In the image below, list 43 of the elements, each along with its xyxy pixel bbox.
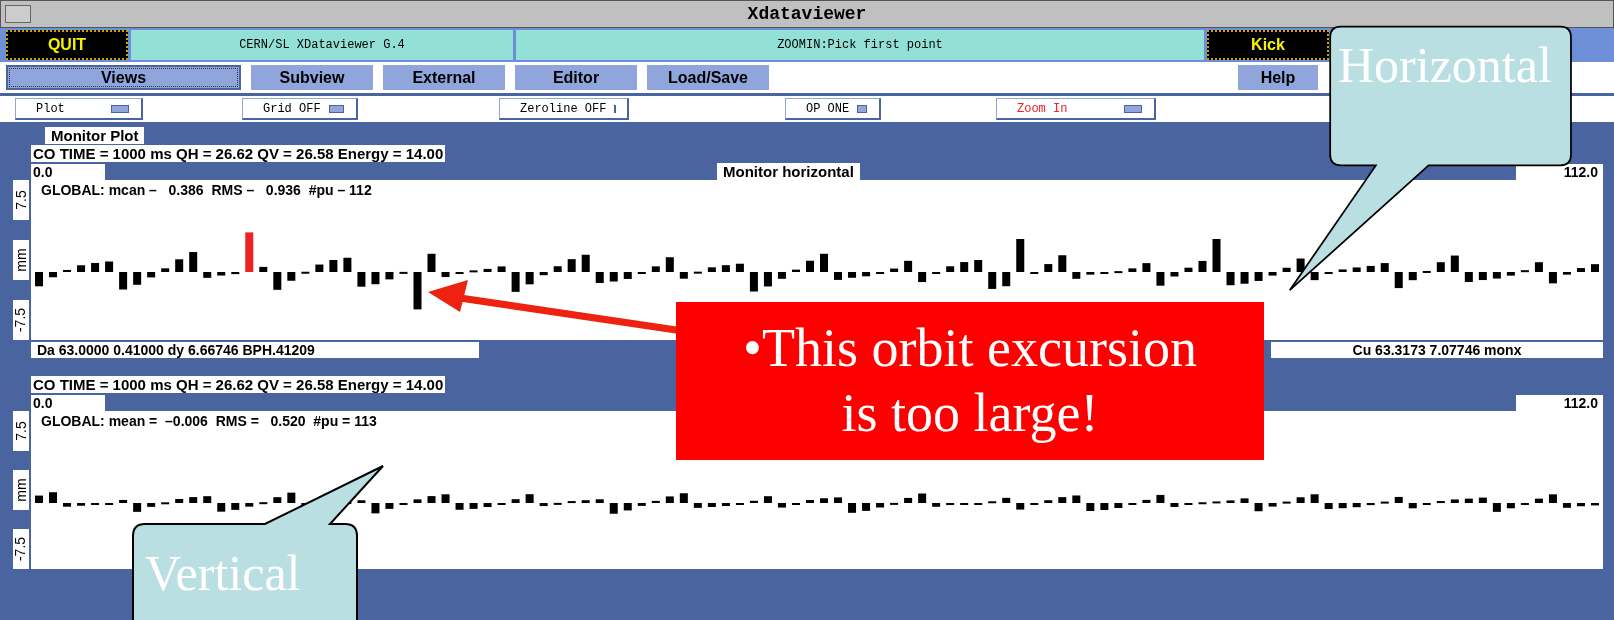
option-dropdown[interactable]: Zoom In (996, 98, 1156, 120)
window-menu-button[interactable] (5, 5, 31, 23)
plot-statistics: GLOBAL: mcan – 0.386 RMS – 0.936 #pu – 112 (41, 181, 372, 200)
callout-text: Horizontal (1338, 36, 1552, 94)
axis-start-value: 0.0 (31, 164, 105, 180)
menu-tab[interactable]: Load/Save (647, 65, 769, 90)
status-field: CERN/SL XDataviewer G.4 (131, 30, 513, 60)
dropdown-indicator-icon (1124, 104, 1142, 113)
option-dropdown[interactable]: OP ONE (785, 98, 881, 120)
axis-label: -7.5 (12, 529, 29, 569)
axis-end-value: 112.0 (1516, 164, 1603, 180)
window-title: Xdataviewer (747, 4, 867, 24)
axis-label: 7.5 (12, 180, 29, 220)
dropdown-indicator-icon (328, 104, 344, 113)
plot-header: CO TIME = 1000 ms QH = 26.62 QV = 26.58 Energy = 14.00 (31, 145, 446, 162)
plot-statistics: GLOBAL: mean = –0.006 RMS = 0.520 #pu = 113 (41, 412, 377, 431)
panel-title: Monitor Plot (45, 127, 145, 144)
axis-label: 7.5 (12, 411, 29, 451)
plot-title: Monitor horizontal (717, 163, 860, 180)
axis-start-value: 0.0 (31, 395, 105, 411)
dropdown-indicator-icon (111, 104, 129, 113)
menu-tab[interactable]: Editor (515, 65, 637, 90)
dropdown-indicator-icon (614, 104, 617, 113)
readout-field: Da 63.0000 0.41000 dy 6.66746 BPH.41209 (31, 342, 479, 358)
menu-tab[interactable]: Views (6, 65, 241, 90)
axis-label: mm (12, 470, 29, 510)
axis-end-value: 112.0 (1516, 395, 1603, 411)
action-button[interactable]: Kick (1207, 30, 1329, 60)
axis-label: mm (12, 240, 29, 280)
plot-header: CO TIME = 1000 ms QH = 26.62 QV = 26.58 Energy = 14.00 (31, 376, 446, 393)
option-dropdown[interactable]: Plot (15, 98, 143, 120)
dropdown-indicator-icon (857, 104, 867, 113)
annotation-text: •This orbit excursion is too large! (742, 317, 1198, 445)
menu-tab[interactable]: Help (1238, 65, 1318, 90)
action-button[interactable]: QUIT (6, 30, 128, 60)
menu-tab[interactable]: External (383, 65, 505, 90)
menu-tab[interactable]: Subview (251, 65, 373, 90)
option-dropdown[interactable]: Zeroline OFF (499, 98, 629, 120)
readout-field: Cu 63.3173 7.07746 monx (1271, 342, 1603, 358)
option-dropdown[interactable]: Grid OFF (242, 98, 358, 120)
callout-text: Vertical (145, 544, 301, 602)
status-field: ZOOMIN:Pick first point (516, 30, 1204, 60)
axis-label: -7.5 (12, 300, 29, 340)
